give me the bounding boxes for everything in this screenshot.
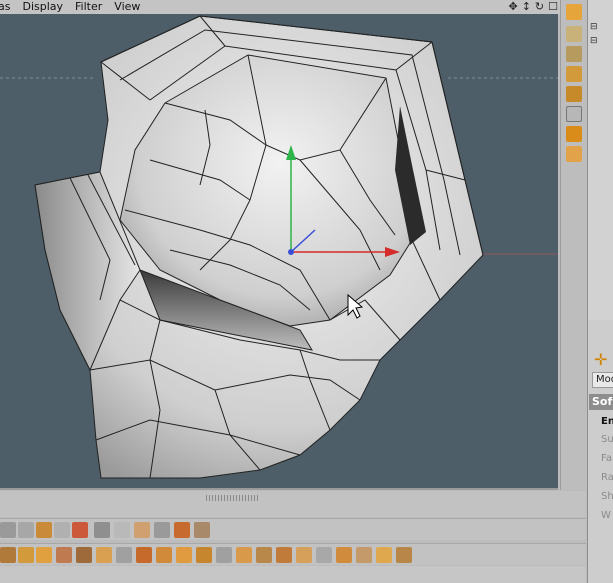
menu-cameras[interactable]: as — [0, 0, 16, 14]
attr-row[interactable]: Fa — [601, 453, 613, 464]
menu-display[interactable]: Display — [16, 0, 69, 14]
tool-button[interactable] — [156, 547, 172, 563]
3d-viewport[interactable] — [0, 14, 558, 490]
move-view-icon[interactable]: ✥ — [508, 0, 517, 13]
menu-filter[interactable]: Filter — [69, 0, 108, 14]
tool-button[interactable] — [54, 522, 70, 538]
attr-row[interactable]: Ra — [601, 472, 613, 483]
rotate-view-icon[interactable]: ↻ — [535, 0, 544, 13]
toolbar-row-1 — [0, 518, 586, 540]
right-tool-strip — [560, 0, 586, 490]
tool-button[interactable] — [116, 547, 132, 563]
attr-row[interactable]: W — [601, 510, 613, 521]
object-manager-panel: ⊟ ⊟ — [587, 0, 613, 320]
tool-button[interactable] — [336, 547, 352, 563]
cinema4d-window: as Display Filter View ✥ ↕ ↻ ☐ ⊟ ⊟ ✛ Mo … — [0, 0, 613, 583]
tool-button[interactable] — [396, 547, 412, 563]
view-navigation: ✥ ↕ ↻ ☐ — [508, 0, 558, 13]
tool-button[interactable] — [114, 522, 130, 538]
tool-button[interactable] — [0, 547, 16, 563]
attr-row[interactable]: Sh — [601, 491, 613, 502]
add-icon[interactable]: ✛ — [594, 350, 607, 369]
tool-button[interactable] — [174, 522, 190, 538]
tool-button[interactable] — [72, 522, 88, 538]
tool-button[interactable] — [134, 522, 150, 538]
attr-row[interactable]: En — [601, 416, 613, 427]
tool-icon-4[interactable] — [566, 86, 582, 102]
tool-button[interactable] — [296, 547, 312, 563]
tool-icon-5[interactable] — [566, 106, 582, 122]
tool-button[interactable] — [216, 547, 232, 563]
tool-button[interactable] — [56, 547, 72, 563]
tool-button[interactable] — [196, 547, 212, 563]
viewport-menubar: as Display Filter View ✥ ↕ ↻ ☐ — [0, 0, 560, 14]
splitter-grip-icon[interactable] — [206, 495, 260, 501]
toolbar-row-2 — [0, 543, 586, 565]
tool-button[interactable] — [96, 547, 112, 563]
tree-expander-icon[interactable]: ⊟ — [590, 34, 598, 48]
tool-button[interactable] — [94, 522, 110, 538]
status-area — [0, 566, 586, 583]
attribute-tab-header[interactable]: Sof — [589, 394, 613, 410]
tool-button[interactable] — [18, 522, 34, 538]
tool-icon-6[interactable] — [566, 126, 582, 142]
tool-button[interactable] — [236, 547, 252, 563]
tool-button[interactable] — [76, 547, 92, 563]
tool-button[interactable] — [36, 547, 52, 563]
tool-icon-3[interactable] — [566, 66, 582, 82]
menu-view[interactable]: View — [108, 0, 146, 14]
tree-expander-icon[interactable]: ⊟ — [590, 20, 598, 34]
tool-button[interactable] — [376, 547, 392, 563]
tool-button[interactable] — [0, 522, 16, 538]
tool-button[interactable] — [176, 547, 192, 563]
tool-button[interactable] — [194, 522, 210, 538]
tool-button[interactable] — [276, 547, 292, 563]
attribute-manager-panel: ✛ Mod Sof En Su Fa Ra Sh W — [587, 320, 613, 583]
tool-button[interactable] — [154, 522, 170, 538]
mode-menu[interactable]: Mod — [592, 372, 613, 388]
tool-icon-7[interactable] — [566, 146, 582, 162]
panel-splitter[interactable] — [0, 491, 586, 517]
tool-button[interactable] — [256, 547, 272, 563]
tool-button[interactable] — [316, 547, 332, 563]
tool-icon-2[interactable] — [566, 46, 582, 62]
tool-button[interactable] — [36, 522, 52, 538]
tool-button[interactable] — [18, 547, 34, 563]
zoom-view-icon[interactable]: ↕ — [522, 0, 531, 13]
tool-button[interactable] — [136, 547, 152, 563]
add-object-icon[interactable] — [566, 4, 582, 20]
object-tree: ⊟ ⊟ — [590, 20, 598, 48]
mesh-render — [0, 15, 558, 479]
attr-row[interactable]: Su — [601, 434, 613, 445]
tool-icon-1[interactable] — [566, 26, 582, 42]
maximize-view-icon[interactable]: ☐ — [548, 0, 558, 13]
tool-button[interactable] — [356, 547, 372, 563]
